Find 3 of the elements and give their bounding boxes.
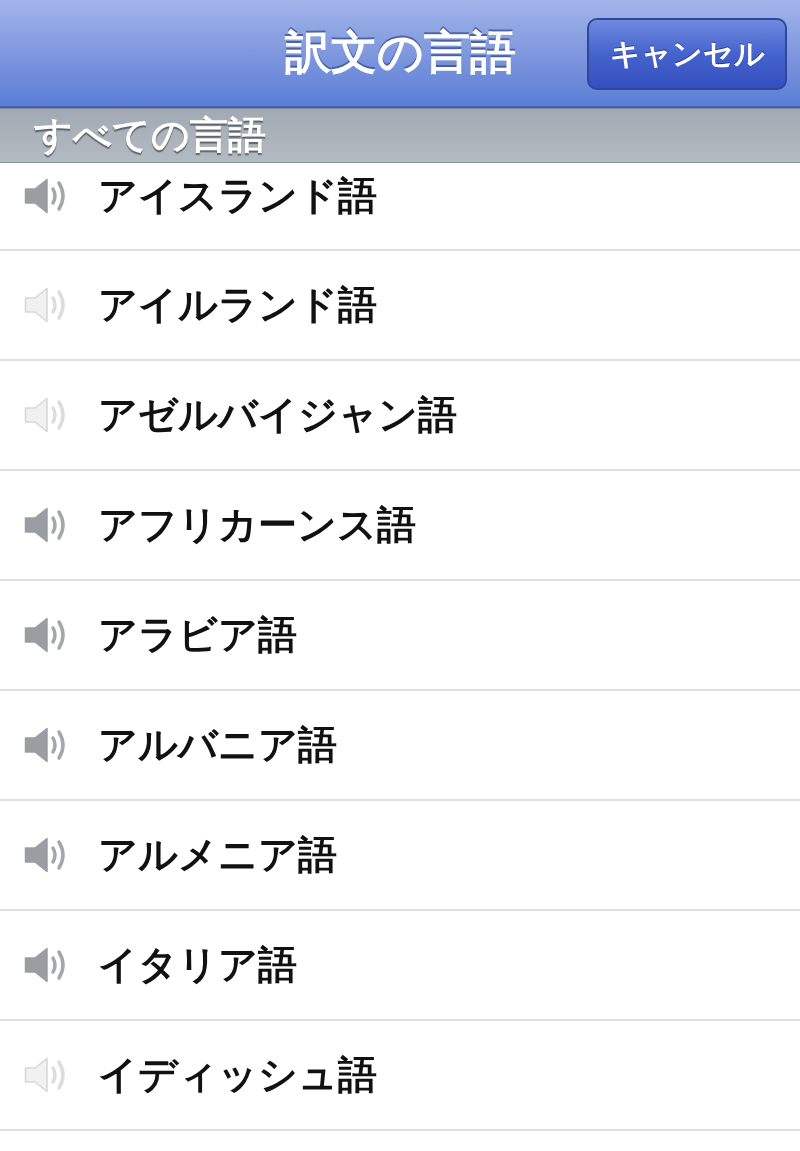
nav-title: 訳文の言語 (284, 24, 516, 81)
cancel-button[interactable]: キャンセル (587, 18, 787, 90)
section-title: すべての言語 (34, 112, 266, 159)
